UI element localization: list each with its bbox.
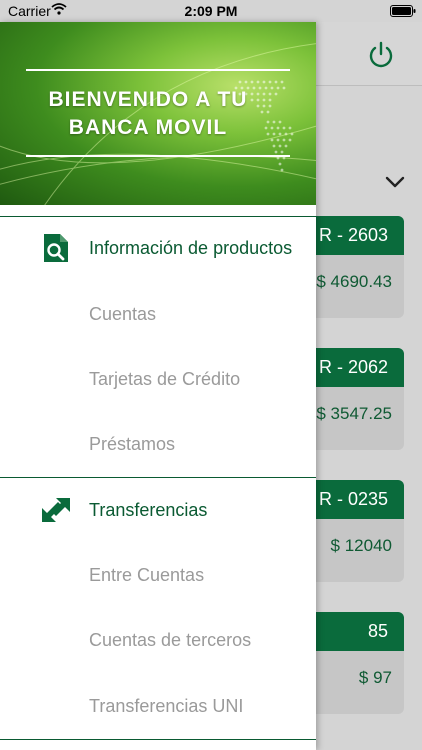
battery-icon [390,5,416,17]
chevron-down-icon[interactable] [383,172,407,192]
power-icon[interactable] [366,40,396,70]
section-productos[interactable]: Información de productos [0,217,316,281]
product-search-icon [44,234,68,262]
menu-item-transferencias-uni[interactable]: Transferencias UNI [89,696,243,717]
status-bar: Carrier 2:09 PM [0,0,422,22]
transfer-arrows-icon [42,498,70,522]
menu-item-entre-cuentas[interactable]: Entre Cuentas [89,565,204,586]
banner-rule-top [26,69,290,71]
menu-item-prestamos[interactable]: Préstamos [89,434,175,455]
status-time: 2:09 PM [184,3,238,19]
banner-title-line: BIENVENIDO A TU [48,88,248,111]
banner-title-line: BANCA MOVIL [68,116,228,139]
section-label: Transferencias [89,500,208,520]
menu-item-cuentas-terceros[interactable]: Cuentas de terceros [89,630,251,651]
banner-rule-bottom [26,155,290,157]
menu-item-cuentas[interactable]: Cuentas [89,304,156,325]
banner-title: BIENVENIDO A TU BANCA MOVIL [18,86,278,142]
section-label: Información de productos [89,238,293,258]
navigation-drawer: BIENVENIDO A TU BANCA MOVIL Información … [0,22,316,750]
section-divider [0,739,316,740]
menu-item-tarjetas[interactable]: Tarjetas de Crédito [89,369,240,390]
section-transferencias[interactable]: Transferencias [0,478,316,542]
welcome-banner: BIENVENIDO A TU BANCA MOVIL [0,22,316,205]
